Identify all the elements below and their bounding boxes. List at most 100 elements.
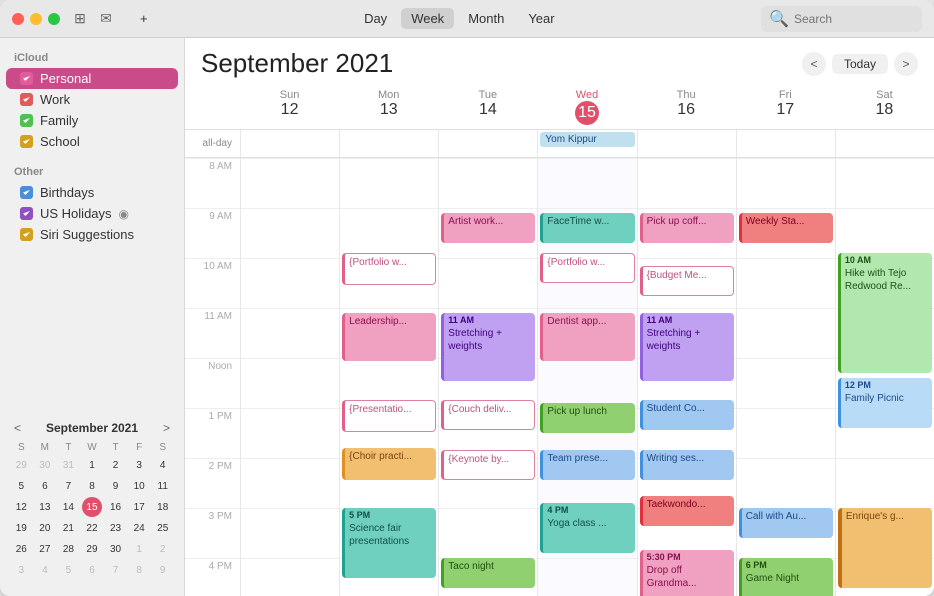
event-tue-couch[interactable]: {Couch deliv... bbox=[441, 400, 535, 430]
mini-cal-day-29-aug[interactable]: 29 bbox=[11, 455, 31, 475]
sidebar-item-siri-suggestions[interactable]: Siri Suggestions bbox=[6, 224, 178, 245]
cal-prev-button[interactable]: < bbox=[802, 52, 826, 76]
mini-cal-day-9[interactable]: 9 bbox=[106, 476, 126, 496]
mini-cal-day-12[interactable]: 12 bbox=[11, 497, 31, 517]
mini-cal-day-9-oct[interactable]: 9 bbox=[153, 560, 173, 580]
birthdays-checkbox[interactable] bbox=[20, 186, 33, 199]
event-thu-coffee[interactable]: Pick up coff... bbox=[640, 213, 734, 243]
mini-cal-day-8[interactable]: 8 bbox=[82, 476, 102, 496]
event-wed-yoga[interactable]: 4 PMYoga class ... bbox=[540, 503, 634, 553]
mini-cal-day-28[interactable]: 28 bbox=[58, 539, 78, 559]
close-button[interactable] bbox=[12, 13, 24, 25]
inbox-icon[interactable]: ✉ bbox=[98, 11, 114, 27]
mini-cal-day-1[interactable]: 1 bbox=[82, 455, 102, 475]
work-checkbox[interactable] bbox=[20, 93, 33, 106]
event-tue-taco[interactable]: Taco night bbox=[441, 558, 535, 588]
mini-cal-day-11[interactable]: 11 bbox=[153, 476, 173, 496]
event-mon-science-fair[interactable]: 5 PMScience fair presentations bbox=[342, 508, 436, 578]
mini-cal-day-23[interactable]: 23 bbox=[106, 518, 126, 538]
mini-cal-day-6[interactable]: 6 bbox=[35, 476, 55, 496]
sidebar-item-birthdays[interactable]: Birthdays bbox=[6, 182, 178, 203]
mini-cal-day-8-oct[interactable]: 8 bbox=[129, 560, 149, 580]
mini-cal-day-20[interactable]: 20 bbox=[35, 518, 55, 538]
mini-cal-day-6-oct[interactable]: 6 bbox=[82, 560, 102, 580]
mini-cal-day-31-aug[interactable]: 31 bbox=[58, 455, 78, 475]
event-thu-stretching[interactable]: 11 AMStretching + weights bbox=[640, 313, 734, 381]
mini-cal-day-26[interactable]: 26 bbox=[11, 539, 31, 559]
event-yom-kippur[interactable]: Yom Kippur bbox=[540, 132, 634, 147]
view-year-button[interactable]: Year bbox=[518, 8, 564, 29]
mini-cal-day-10[interactable]: 10 bbox=[129, 476, 149, 496]
event-mon-portfolio[interactable]: {Portfolio w... bbox=[342, 253, 436, 285]
mini-cal-day-21[interactable]: 21 bbox=[58, 518, 78, 538]
sidebar-item-family[interactable]: Family bbox=[6, 110, 178, 131]
event-thu-writing[interactable]: Writing ses... bbox=[640, 450, 734, 480]
event-wed-facetime[interactable]: FaceTime w... bbox=[540, 213, 634, 243]
event-sat-hike[interactable]: 10 AMHike with TejoRedwood Re... bbox=[838, 253, 932, 373]
family-checkbox[interactable] bbox=[20, 114, 33, 127]
view-week-button[interactable]: Week bbox=[401, 8, 454, 29]
school-checkbox[interactable] bbox=[20, 135, 33, 148]
mini-cal-day-18[interactable]: 18 bbox=[153, 497, 173, 517]
event-thu-dropoff[interactable]: 5:30 PMDrop off Grandma... bbox=[640, 550, 734, 596]
event-thu-taekwondo[interactable]: Taekwondo... bbox=[640, 496, 734, 526]
event-fri-game-night[interactable]: 6 PMGame Night bbox=[739, 558, 833, 596]
us-holidays-checkbox[interactable] bbox=[20, 207, 33, 220]
mini-cal-day-13[interactable]: 13 bbox=[35, 497, 55, 517]
mini-cal-day-24[interactable]: 24 bbox=[129, 518, 149, 538]
fullscreen-button[interactable] bbox=[48, 13, 60, 25]
sidebar-item-work[interactable]: Work bbox=[6, 89, 178, 110]
search-bar[interactable]: 🔍 bbox=[761, 6, 922, 32]
event-mon-leadership[interactable]: Leadership... bbox=[342, 313, 436, 361]
sidebar-item-personal[interactable]: Personal bbox=[6, 68, 178, 89]
event-tue-artist[interactable]: Artist work... bbox=[441, 213, 535, 243]
mini-cal-day-1-oct[interactable]: 1 bbox=[129, 539, 149, 559]
event-sat-family-picnic[interactable]: 12 PMFamily Picnic bbox=[838, 378, 932, 428]
personal-checkbox[interactable] bbox=[20, 72, 33, 85]
event-fri-weekly[interactable]: Weekly Sta... bbox=[739, 213, 833, 243]
sidebar-item-us-holidays[interactable]: US Holidays ◉ bbox=[6, 203, 178, 224]
event-mon-choir[interactable]: {Choir practi... bbox=[342, 448, 436, 480]
mini-cal-day-4-oct[interactable]: 4 bbox=[35, 560, 55, 580]
event-wed-dentist[interactable]: Dentist app... bbox=[540, 313, 634, 361]
event-tue-stretching[interactable]: 11 AMStretching + weights bbox=[441, 313, 535, 381]
event-fri-call[interactable]: Call with Au... bbox=[739, 508, 833, 538]
mini-cal-day-4[interactable]: 4 bbox=[153, 455, 173, 475]
mini-cal-day-25[interactable]: 25 bbox=[153, 518, 173, 538]
mini-cal-next-button[interactable]: > bbox=[159, 421, 174, 435]
mini-cal-day-2-oct[interactable]: 2 bbox=[153, 539, 173, 559]
mini-cal-day-27[interactable]: 27 bbox=[35, 539, 55, 559]
mini-cal-day-29-sep[interactable]: 29 bbox=[82, 539, 102, 559]
mini-cal-day-19[interactable]: 19 bbox=[11, 518, 31, 538]
sidebar-icon[interactable]: ⊞ bbox=[72, 11, 88, 27]
siri-suggestions-checkbox[interactable] bbox=[20, 228, 33, 241]
add-event-button[interactable]: + bbox=[130, 8, 158, 29]
mini-cal-day-16[interactable]: 16 bbox=[106, 497, 126, 517]
event-tue-keynote[interactable]: {Keynote by... bbox=[441, 450, 535, 480]
event-mon-presentation[interactable]: {Presentatio... bbox=[342, 400, 436, 432]
mini-cal-day-3[interactable]: 3 bbox=[129, 455, 149, 475]
mini-cal-day-5[interactable]: 5 bbox=[11, 476, 31, 496]
event-sat-enrique[interactable]: Enrique's g... bbox=[838, 508, 932, 588]
mini-cal-day-2[interactable]: 2 bbox=[106, 455, 126, 475]
mini-cal-day-14[interactable]: 14 bbox=[58, 497, 78, 517]
minimize-button[interactable] bbox=[30, 13, 42, 25]
mini-cal-day-5-oct[interactable]: 5 bbox=[58, 560, 78, 580]
cal-next-button[interactable]: > bbox=[894, 52, 918, 76]
search-input[interactable] bbox=[794, 12, 914, 26]
mini-cal-day-7[interactable]: 7 bbox=[58, 476, 78, 496]
today-button[interactable]: Today bbox=[832, 54, 888, 74]
mini-cal-day-3-oct[interactable]: 3 bbox=[11, 560, 31, 580]
event-wed-team-prese[interactable]: Team prese... bbox=[540, 450, 634, 480]
mini-cal-day-7-oct[interactable]: 7 bbox=[106, 560, 126, 580]
mini-cal-day-30[interactable]: 30 bbox=[106, 539, 126, 559]
mini-cal-prev-button[interactable]: < bbox=[10, 421, 25, 435]
mini-cal-day-30-aug[interactable]: 30 bbox=[35, 455, 55, 475]
event-thu-student-co[interactable]: Student Co... bbox=[640, 400, 734, 430]
sidebar-item-school[interactable]: School bbox=[6, 131, 178, 152]
mini-cal-day-17[interactable]: 17 bbox=[129, 497, 149, 517]
event-thu-budget[interactable]: {Budget Me... bbox=[640, 266, 734, 296]
mini-cal-day-15[interactable]: 15 bbox=[82, 497, 102, 517]
view-day-button[interactable]: Day bbox=[354, 8, 397, 29]
mini-cal-day-22[interactable]: 22 bbox=[82, 518, 102, 538]
